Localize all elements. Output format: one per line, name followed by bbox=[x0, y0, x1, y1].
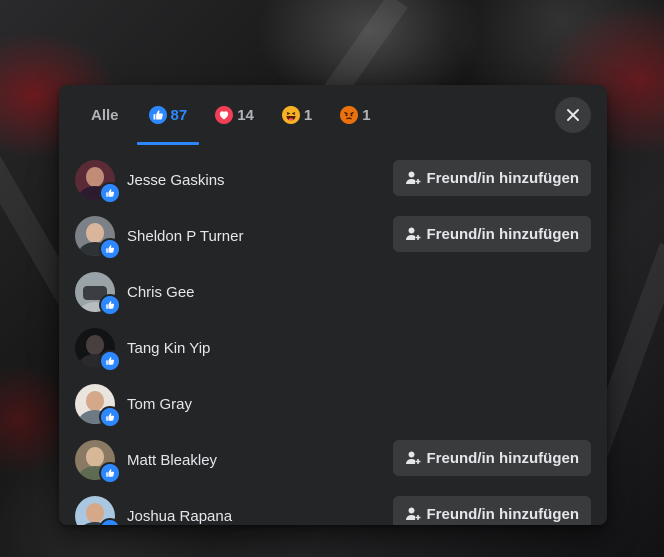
like-badge-icon bbox=[99, 350, 121, 372]
tab-love-count: 14 bbox=[237, 106, 254, 124]
reaction-tabs: Alle 87 14 1 1 bbox=[75, 85, 385, 145]
avatar[interactable] bbox=[75, 160, 121, 204]
like-badge-icon bbox=[99, 462, 121, 484]
tab-haha[interactable]: 1 bbox=[268, 85, 326, 145]
avatar[interactable] bbox=[75, 496, 121, 525]
tab-all-label: Alle bbox=[91, 106, 119, 124]
tab-love[interactable]: 14 bbox=[201, 85, 268, 145]
tab-like[interactable]: 87 bbox=[135, 85, 202, 145]
add-friend-label: Freund/in hinzufügen bbox=[426, 449, 579, 467]
add-friend-icon bbox=[405, 227, 421, 240]
avatar[interactable] bbox=[75, 272, 121, 316]
person-name[interactable]: Joshua Rapana bbox=[127, 508, 232, 525]
tab-like-count: 87 bbox=[170, 106, 188, 124]
person-name[interactable]: Tang Kin Yip bbox=[127, 340, 210, 357]
add-friend-button[interactable]: Freund/in hinzufügen bbox=[392, 496, 591, 525]
close-button[interactable] bbox=[555, 97, 591, 133]
tab-angry[interactable]: 1 bbox=[326, 85, 384, 145]
angry-icon bbox=[340, 106, 359, 124]
tab-all[interactable]: Alle bbox=[75, 85, 135, 145]
haha-icon bbox=[281, 106, 300, 124]
tab-haha-count: 1 bbox=[303, 106, 313, 124]
like-badge-icon bbox=[99, 182, 121, 204]
person-name[interactable]: Sheldon P Turner bbox=[127, 228, 243, 245]
list-item: Matt Bleakley Freund/in hinzufügen bbox=[59, 434, 607, 490]
add-friend-button[interactable]: Freund/in hinzufügen bbox=[392, 216, 591, 252]
like-icon bbox=[148, 106, 167, 124]
avatar[interactable] bbox=[75, 328, 121, 372]
add-friend-icon bbox=[405, 507, 421, 520]
like-badge-icon bbox=[99, 406, 121, 428]
list-item: Tom Gray bbox=[59, 378, 607, 434]
person-name[interactable]: Chris Gee bbox=[127, 284, 195, 301]
list-item: Tang Kin Yip bbox=[59, 322, 607, 378]
add-friend-button[interactable]: Freund/in hinzufügen bbox=[392, 160, 591, 196]
person-name[interactable]: Matt Bleakley bbox=[127, 452, 217, 469]
add-friend-button[interactable]: Freund/in hinzufügen bbox=[392, 440, 591, 476]
close-icon bbox=[567, 109, 579, 121]
person-name[interactable]: Jesse Gaskins bbox=[127, 172, 225, 189]
reactions-dialog: Alle 87 14 1 1 Jesse Gaskins Freund/in h… bbox=[59, 85, 607, 525]
like-badge-icon bbox=[99, 238, 121, 260]
list-item: Chris Gee bbox=[59, 266, 607, 322]
add-friend-label: Freund/in hinzufügen bbox=[426, 505, 579, 523]
love-icon bbox=[215, 106, 234, 124]
person-name[interactable]: Tom Gray bbox=[127, 396, 192, 413]
avatar[interactable] bbox=[75, 440, 121, 484]
list-item: Sheldon P Turner Freund/in hinzufügen bbox=[59, 210, 607, 266]
avatar[interactable] bbox=[75, 216, 121, 260]
add-friend-label: Freund/in hinzufügen bbox=[426, 169, 579, 187]
tab-angry-count: 1 bbox=[362, 106, 371, 124]
add-friend-label: Freund/in hinzufügen bbox=[426, 225, 579, 243]
like-badge-icon bbox=[99, 294, 121, 316]
add-friend-icon bbox=[405, 171, 421, 184]
list-item: Joshua Rapana Freund/in hinzufügen bbox=[59, 490, 607, 525]
avatar[interactable] bbox=[75, 384, 121, 428]
reactions-list: Jesse Gaskins Freund/in hinzufügen Sheld… bbox=[59, 154, 607, 525]
add-friend-icon bbox=[405, 451, 421, 464]
list-item: Jesse Gaskins Freund/in hinzufügen bbox=[59, 154, 607, 210]
